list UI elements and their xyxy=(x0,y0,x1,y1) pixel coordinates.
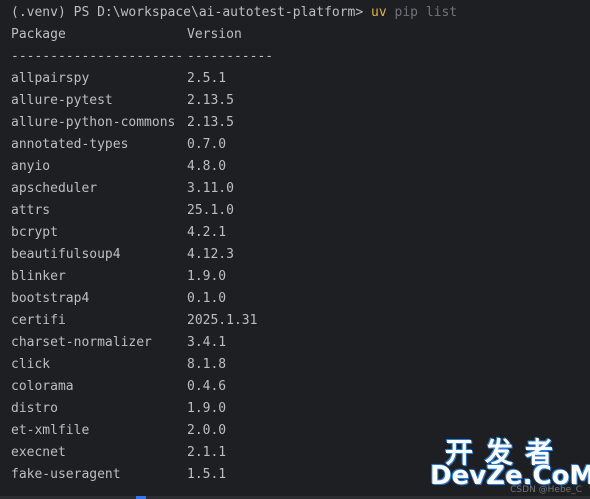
command-name: uv xyxy=(371,5,387,20)
package-version: 0.4.6 xyxy=(187,379,227,394)
package-name: anyio xyxy=(11,159,51,174)
package-name: beautifulsoup4 xyxy=(11,247,121,262)
package-version: 2.13.5 xyxy=(187,115,234,130)
table-row: certifi 2025.1.31 xyxy=(11,310,590,332)
table-row: blinker 1.9.0 xyxy=(11,266,590,288)
package-name: apscheduler xyxy=(11,181,98,196)
package-name: allpairspy xyxy=(11,71,90,86)
table-row: allpairspy 2.5.1 xyxy=(11,68,590,90)
table-row: allure-pytest 2.13.5 xyxy=(11,90,590,112)
package-version: 3.4.1 xyxy=(187,335,227,350)
package-name: annotated-types xyxy=(11,137,129,152)
package-name: colorama xyxy=(11,379,74,394)
table-row: charset-normalizer 3.4.1 xyxy=(11,332,590,354)
table-row: beautifulsoup4 4.12.3 xyxy=(11,244,590,266)
package-version: 25.1.0 xyxy=(187,203,234,218)
package-name: attrs xyxy=(11,203,51,218)
package-name: certifi xyxy=(11,313,66,328)
package-list: allpairspy 2.5.1 allure-pytest 2.13.5 allure… xyxy=(11,68,590,486)
package-name: blinker xyxy=(11,269,66,284)
package-name: distro xyxy=(11,401,58,416)
table-row: distro 1.9.0 xyxy=(11,398,590,420)
package-name: allure-pytest xyxy=(11,93,113,108)
table-row: anyio 4.8.0 xyxy=(11,156,590,178)
package-name: execnet xyxy=(11,445,66,460)
package-version: 0.7.0 xyxy=(187,137,227,152)
package-version: 1.9.0 xyxy=(187,401,227,416)
terminal-output[interactable]: (.venv) PS D:\workspace\ai-autotest-plat… xyxy=(0,0,590,499)
site-watermark: 开发者 DevZe.CoM xyxy=(430,431,590,493)
package-version: 0.1.0 xyxy=(187,291,227,306)
table-row: bcrypt 4.2.1 xyxy=(11,222,590,244)
package-version: 1.9.0 xyxy=(187,269,227,284)
table-row: attrs 25.1.0 xyxy=(11,200,590,222)
command-args: pip list xyxy=(386,5,458,20)
package-version: 2025.1.31 xyxy=(187,313,258,328)
table-row: annotated-types 0.7.0 xyxy=(11,134,590,156)
package-version: 2.0.0 xyxy=(187,423,227,438)
command-prompt-line: (.venv) PS D:\workspace\ai-autotest-plat… xyxy=(11,2,590,24)
package-version: 2.13.5 xyxy=(187,93,234,108)
package-version: 4.12.3 xyxy=(187,247,234,262)
separator-package: ---------------------- xyxy=(11,49,184,64)
package-name: charset-normalizer xyxy=(11,335,152,350)
table-row: click 8.1.8 xyxy=(11,354,590,376)
package-version: 2.5.1 xyxy=(187,71,227,86)
package-name: bcrypt xyxy=(11,225,58,240)
package-version: 3.11.0 xyxy=(187,181,234,196)
prompt-text: (.venv) PS D:\workspace\ai-autotest-plat… xyxy=(11,5,372,20)
package-name: et-xmlfile xyxy=(11,423,90,438)
package-version: 1.5.1 xyxy=(187,467,227,482)
table-row: allure-python-commons 2.13.5 xyxy=(11,112,590,134)
package-name: bootstrap4 xyxy=(11,291,90,306)
table-separator: ---------------------- ----------- xyxy=(11,46,590,68)
package-name: click xyxy=(11,357,51,372)
package-version: 2.1.1 xyxy=(187,445,227,460)
package-name: allure-python-commons xyxy=(11,115,176,130)
header-version: Version xyxy=(187,27,242,42)
package-version: 8.1.8 xyxy=(187,357,227,372)
package-version: 4.8.0 xyxy=(187,159,227,174)
package-version: 4.2.1 xyxy=(187,225,227,240)
table-header: Package Version xyxy=(11,24,590,46)
table-row: apscheduler 3.11.0 xyxy=(11,178,590,200)
credit-text: CSDN @Hebe_C xyxy=(510,485,582,495)
table-row: bootstrap4 0.1.0 xyxy=(11,288,590,310)
table-row: colorama 0.4.6 xyxy=(11,376,590,398)
package-name: fake-useragent xyxy=(11,467,121,482)
header-package: Package xyxy=(11,27,66,42)
separator-version: ----------- xyxy=(187,49,274,64)
